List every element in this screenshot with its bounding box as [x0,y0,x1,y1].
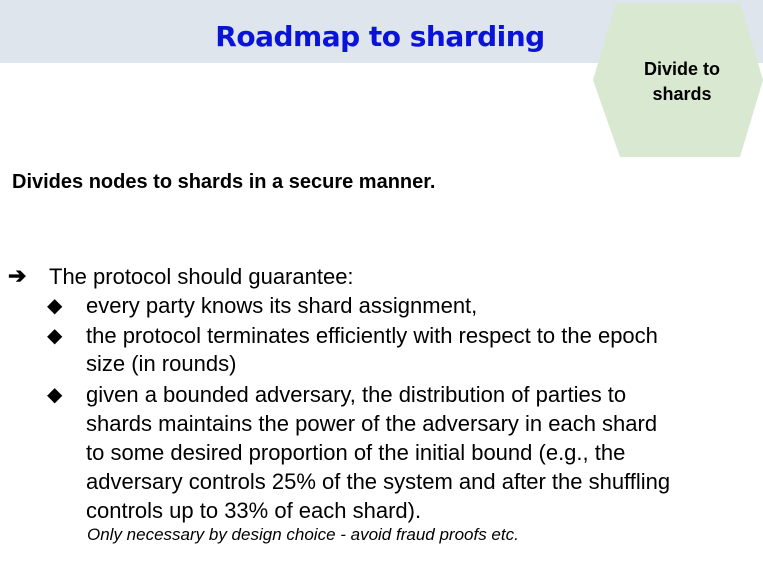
bullet-1-line-1: every party knows its shard assignment, [86,293,478,318]
bullet-3-line-5: controls up to 33% of each shard). [86,498,422,523]
diamond-bullet-icon: ◆ [47,295,63,317]
footnote: Only necessary by design choice - avoid … [87,525,519,544]
lead-text: The protocol should guarantee: [49,264,354,289]
badge-line-2: shards [652,84,712,104]
bullet-3-line-4: adversary controls 25% of the system and… [86,469,671,494]
badge-line-1: Divide to [643,59,720,79]
bullet-3-line-3: to some desired proportion of the initia… [86,440,626,465]
bullet-3-line-2: shards maintains the power of the advers… [86,411,658,436]
badge-label: Divide to shards [612,57,752,107]
arrow-bullet-icon: ➔ [8,263,27,288]
bullet-2-line-1: the protocol terminates efficiently with… [86,323,658,348]
slide-subtitle: Divides nodes to shards in a secure mann… [12,171,436,193]
diamond-bullet-icon: ◆ [47,384,63,406]
bullet-2-line-2: size (in rounds) [86,351,237,376]
diamond-bullet-icon: ◆ [47,325,63,347]
bullet-3-line-1: given a bounded adversary, the distribut… [86,382,627,407]
